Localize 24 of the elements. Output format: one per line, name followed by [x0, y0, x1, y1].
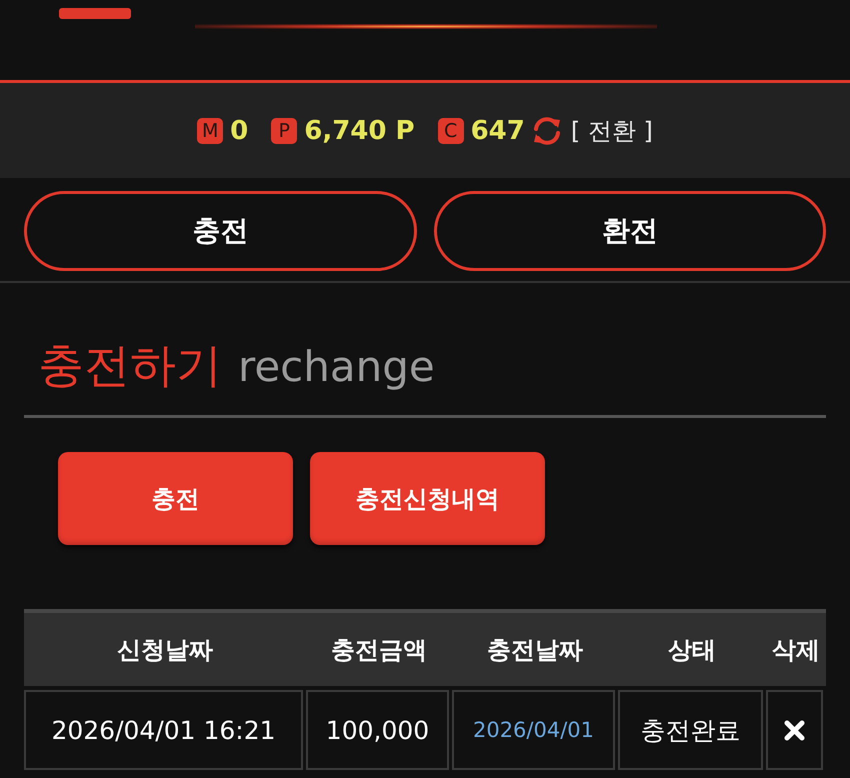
- column-header: 상태: [667, 634, 717, 666]
- convert-link[interactable]: [ 전환 ]: [570, 116, 653, 146]
- action-button[interactable]: 충전신청내역: [310, 452, 545, 545]
- balance-value: 0: [230, 116, 248, 146]
- column-header: 신청날짜: [116, 634, 214, 666]
- balance-badge: P: [271, 118, 298, 144]
- table-cell: 100,000: [306, 690, 449, 770]
- section-title: 충전하기: [38, 337, 222, 393]
- column-header: 충전날짜: [486, 634, 584, 666]
- column-header: 삭제: [771, 634, 821, 666]
- balance-value: 647: [470, 116, 525, 146]
- delete-icon[interactable]: [784, 720, 805, 740]
- balance-value: 6,740 P: [304, 116, 415, 146]
- balance-badge: M: [197, 118, 224, 144]
- column-header: 충전금액: [330, 634, 428, 666]
- action-button[interactable]: 충전: [58, 452, 293, 545]
- nav-button[interactable]: 충전: [24, 191, 416, 271]
- nav-button[interactable]: 환전: [434, 191, 826, 271]
- balance-badge: C: [438, 118, 464, 144]
- table-cell: 2026/04/01 16:21: [24, 690, 303, 770]
- section-subtitle: rechange: [238, 341, 435, 393]
- table-cell: 충전완료: [618, 690, 763, 770]
- date-link[interactable]: 2026/04/01: [452, 690, 615, 770]
- refresh-icon[interactable]: [532, 116, 562, 144]
